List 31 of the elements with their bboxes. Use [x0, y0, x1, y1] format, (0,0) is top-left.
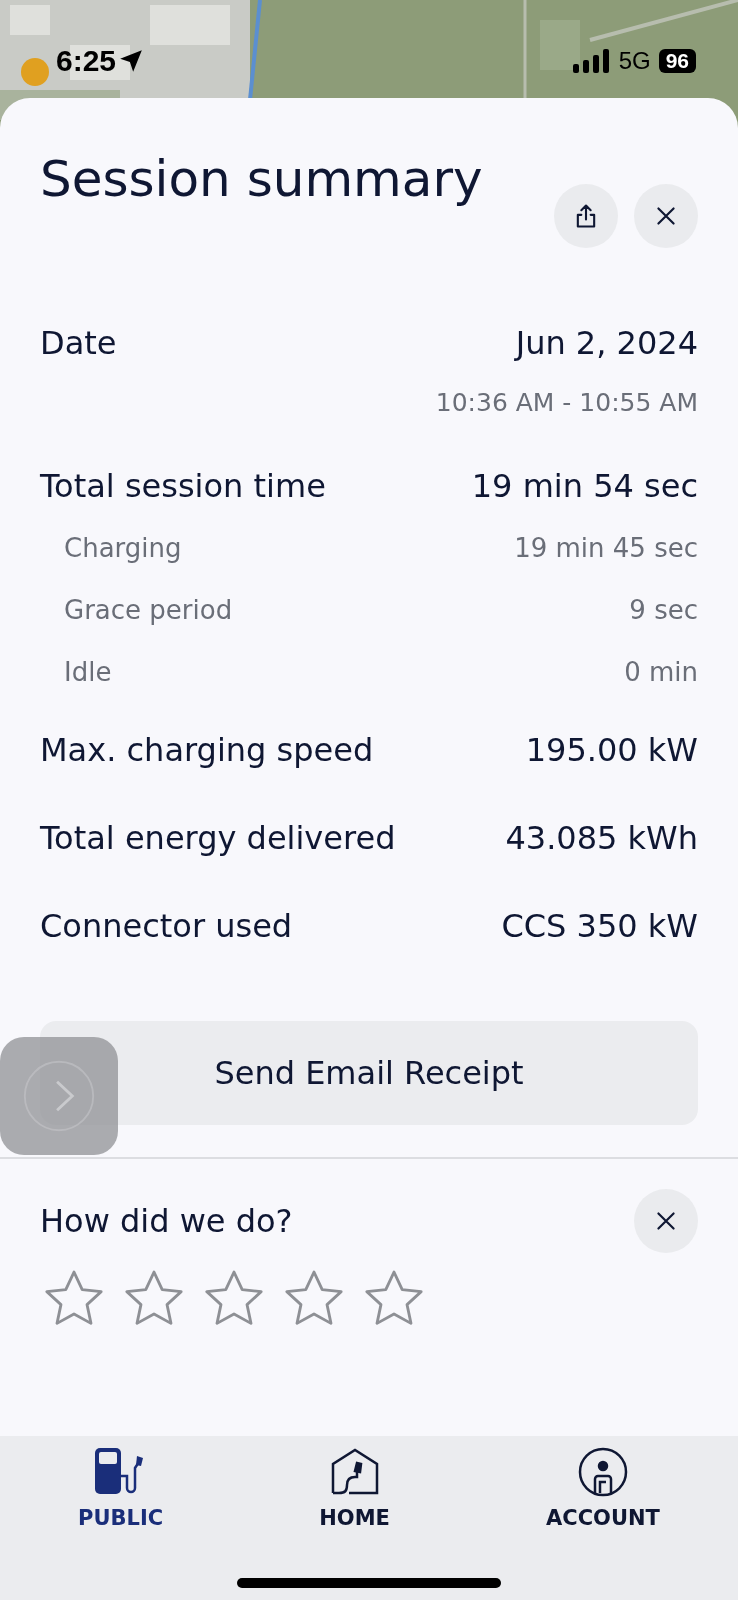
detail-label: Grace period	[64, 595, 233, 625]
detail-label: Total session time	[40, 467, 326, 505]
signal-icon	[572, 49, 611, 73]
nav-tab[interactable]: HOME	[299, 1446, 410, 1530]
time-range: 10:36 AM - 10:55 AM	[435, 388, 698, 417]
detail-label: Charging	[64, 533, 182, 563]
detail-value: CCS 350 kW	[501, 907, 698, 945]
battery-indicator: 96	[658, 49, 696, 73]
detail-value: Jun 2, 2024	[515, 324, 698, 362]
detail-label: Total energy delivered	[40, 819, 396, 857]
network-label: 5G	[618, 47, 651, 75]
detail-label: Max. charging speed	[40, 731, 374, 769]
detail-label: Connector used	[40, 907, 293, 945]
detail-label: Date	[40, 324, 117, 362]
detail-label: Idle	[64, 657, 112, 687]
status-time: 6:25	[56, 44, 117, 78]
nav-tab[interactable]: PUBLIC	[58, 1446, 184, 1530]
detail-value: 195.00 kW	[525, 731, 698, 769]
person-icon	[577, 1446, 629, 1498]
detail-value: 0 min	[624, 657, 698, 687]
nav-tab[interactable]: ACCOUNT	[526, 1446, 680, 1530]
detail-value: 43.085 kWh	[505, 819, 698, 857]
feedback-question: How did we do?	[40, 1202, 293, 1240]
sheet-title: Session summary	[40, 152, 483, 207]
detail-value: 19 min 45 sec	[514, 533, 698, 563]
send-receipt-button[interactable]: Send Email Receipt	[40, 1021, 698, 1125]
chevron-right-icon	[21, 1058, 97, 1134]
location-arrow-icon	[118, 48, 145, 74]
assistive-touch-button[interactable]	[0, 1037, 118, 1155]
detail-value: 9 sec	[629, 595, 698, 625]
detail-value: 19 min 54 sec	[471, 467, 698, 505]
